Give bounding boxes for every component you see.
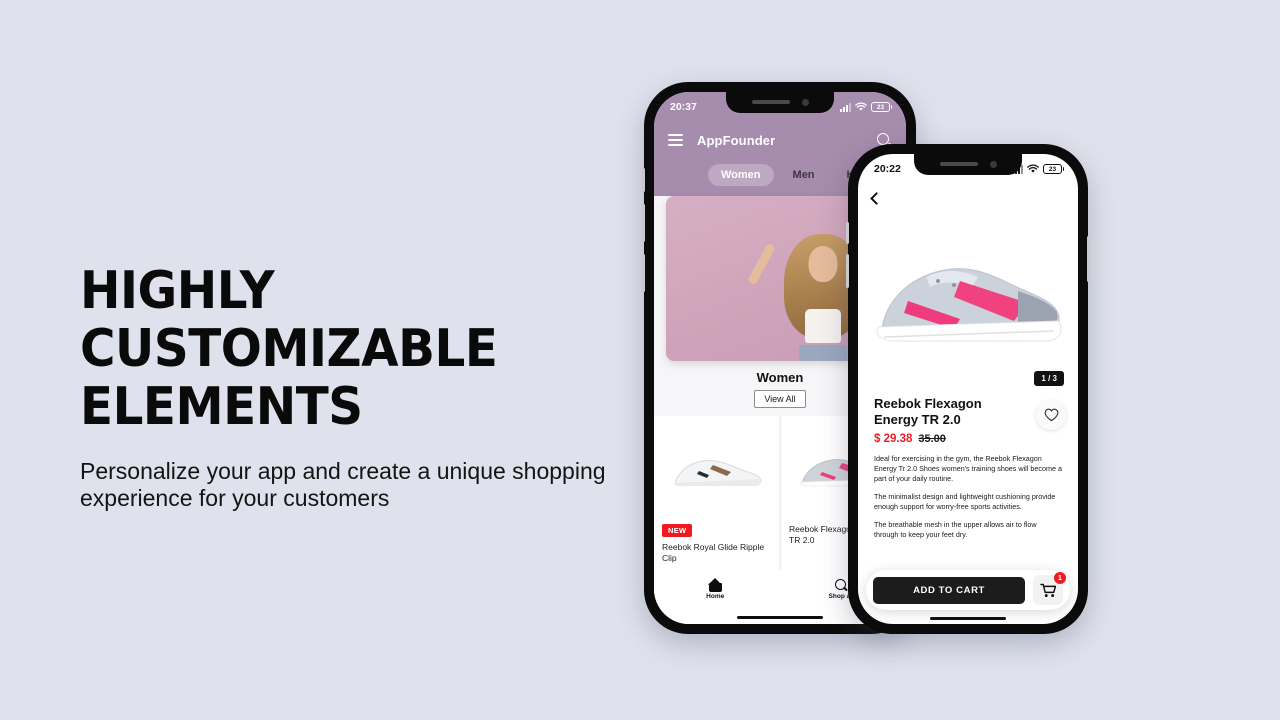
model-arm-left (747, 242, 776, 286)
phone-notch (914, 154, 1022, 175)
volume-down-button[interactable] (846, 254, 849, 288)
status-icons: 23 (840, 102, 892, 112)
view-all-button[interactable]: View All (754, 390, 806, 408)
front-camera-icon (989, 160, 997, 168)
front-camera-icon (801, 98, 809, 106)
phone-mockup-detail: 20:22 23 1 / 3 Reebok Flexagon Energy TR… (846, 144, 1090, 634)
battery-icon: 23 (1043, 164, 1064, 174)
volume-up-button[interactable] (846, 222, 849, 244)
search-icon (834, 578, 848, 592)
page-subtitle: Personalize your app and create a unique… (80, 458, 606, 511)
home-icon (707, 577, 723, 592)
phone-screen-detail: 20:22 23 1 / 3 Reebok Flexagon Energy TR… (858, 154, 1078, 624)
tab-men[interactable]: Men (780, 164, 828, 186)
gallery-counter: 1 / 3 (1034, 371, 1064, 386)
model-face (808, 246, 838, 283)
price-original: 35.00 (918, 433, 946, 445)
volume-down-button[interactable] (642, 204, 645, 242)
product-image (662, 422, 771, 520)
back-button[interactable] (858, 184, 1078, 212)
product-title: Reebok Flexagon Energy TR 2.0 (874, 396, 982, 427)
product-card[interactable]: NEW Reebok Royal Glide Ripple Clip (654, 416, 779, 570)
power-button[interactable] (1087, 236, 1090, 282)
signal-bars-icon (840, 102, 851, 112)
product-description: The breathable mesh in the upper allows … (874, 520, 1037, 539)
back-chevron-icon (870, 191, 883, 205)
hamburger-menu-icon[interactable] (668, 134, 683, 146)
tab-women[interactable]: Women (708, 164, 774, 186)
shopping-cart-icon (1039, 583, 1056, 597)
wifi-icon (1027, 164, 1039, 173)
battery-icon: 23 (871, 102, 892, 112)
heart-icon (1044, 408, 1058, 422)
volume-up-button[interactable] (642, 168, 645, 192)
status-badge: NEW (662, 524, 693, 537)
price-current: $ 29.38 (874, 433, 913, 445)
favorite-button[interactable] (1036, 400, 1066, 430)
earpiece-speaker (751, 100, 790, 104)
home-indicator (930, 617, 1006, 620)
product-description: The minimalist design and lightweight cu… (874, 492, 1056, 511)
price-row: $ 29.38 35.00 (874, 433, 1062, 445)
nav-label: Home (706, 592, 725, 600)
product-description: Ideal for exercising in the gym, the Ree… (874, 454, 1062, 483)
model-top (805, 308, 842, 343)
product-gallery[interactable]: 1 / 3 (858, 212, 1078, 390)
model-jeans (799, 345, 848, 361)
status-time: 20:22 (874, 163, 901, 175)
add-to-cart-button[interactable]: ADD TO CART (873, 576, 1025, 604)
status-time: 20:37 (670, 101, 697, 113)
earpiece-speaker (939, 162, 978, 166)
silent-switch[interactable] (642, 254, 645, 292)
cart-badge-count: 1 (1054, 572, 1066, 584)
app-title: AppFounder (697, 132, 776, 148)
nav-item-home[interactable]: Home (706, 577, 725, 600)
page-title: HIGHLY CUSTOMIZABLE ELEMENTS (80, 261, 498, 437)
phone-notch (726, 92, 834, 113)
product-name: Reebok Royal Glide Ripple Clip (662, 542, 765, 563)
cart-action-bar: ADD TO CART 1 (866, 570, 1070, 610)
wifi-icon (855, 102, 867, 111)
product-image (876, 268, 1062, 342)
cart-button[interactable]: 1 (1033, 572, 1066, 605)
marketing-copy: HIGHLY CUSTOMIZABLE ELEMENTS Personalize… (80, 262, 640, 512)
